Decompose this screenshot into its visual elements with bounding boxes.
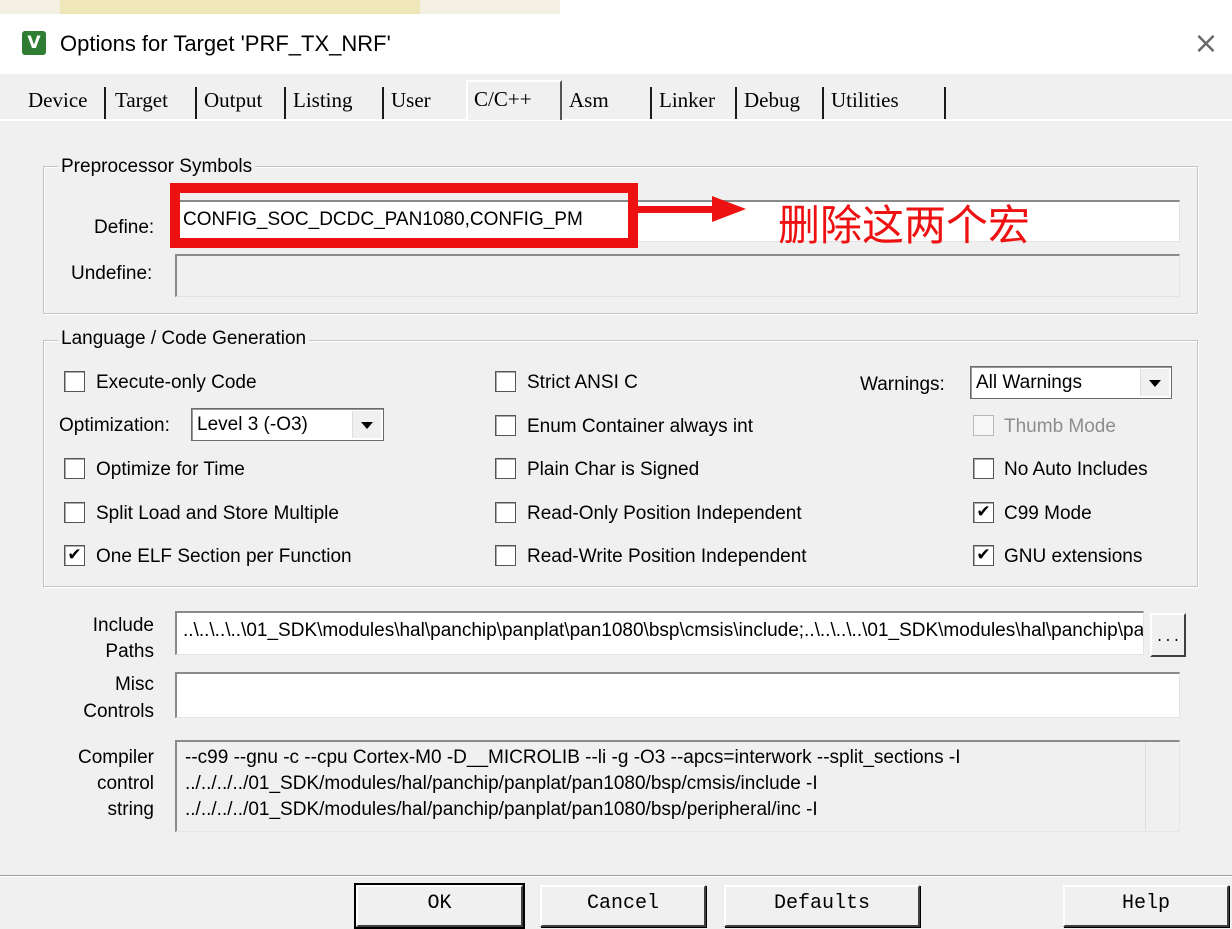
ro-pi-label: Read-Only Position Independent	[527, 503, 802, 524]
compiler-line: ../../../../01_SDK/modules/hal/panchip/p…	[185, 773, 818, 794]
arrow-line	[638, 206, 716, 213]
enum-int-label: Enum Container always int	[527, 416, 753, 437]
optimize-time-checkbox[interactable]	[64, 458, 85, 479]
tab-linker[interactable]: Linker	[653, 85, 721, 119]
compiler-control-string: --c99 --gnu -c --cpu Cortex-M0 -D__MICRO…	[175, 740, 1180, 832]
thumb-mode-label: Thumb Mode	[1004, 416, 1116, 437]
keil-app-icon: V	[22, 31, 46, 55]
cancel-button[interactable]: Cancel	[540, 885, 706, 927]
arrow-right-icon	[712, 196, 746, 222]
button-separator	[0, 875, 1232, 877]
defaults-button[interactable]: Defaults	[724, 885, 920, 927]
ok-button[interactable]: OK	[354, 883, 525, 929]
plain-char-label: Plain Char is Signed	[527, 459, 700, 480]
misc-controls-input[interactable]	[175, 672, 1180, 718]
misc-label-line1: Misc	[114, 674, 154, 695]
highlight-box	[170, 183, 638, 248]
one-elf-checkbox[interactable]: ✔	[64, 545, 85, 566]
warnings-label: Warnings:	[860, 374, 945, 395]
one-elf-label: One ELF Section per Function	[96, 546, 352, 567]
tab-strip-line	[0, 119, 1232, 121]
thumb-mode-checkbox	[973, 415, 994, 436]
undefine-input[interactable]	[175, 254, 1180, 297]
tab-divider	[382, 87, 384, 119]
gnu-ext-checkbox[interactable]: ✔	[973, 545, 994, 566]
plain-char-checkbox[interactable]	[495, 458, 516, 479]
split-load-label: Split Load and Store Multiple	[96, 503, 339, 524]
define-label: Define:	[94, 217, 155, 238]
c99-mode-label: C99 Mode	[1004, 503, 1092, 524]
include-paths-input[interactable]: ..\..\..\..\01_SDK\modules\hal\panchip\p…	[175, 611, 1144, 655]
rw-pi-checkbox[interactable]	[495, 545, 516, 566]
preprocessor-legend: Preprocessor Symbols	[58, 156, 256, 178]
tab-divider	[650, 87, 652, 119]
warnings-select[interactable]: All Warnings	[970, 366, 1172, 399]
c99-mode-checkbox[interactable]: ✔	[973, 502, 994, 523]
optimization-label: Optimization:	[59, 415, 170, 436]
gnu-ext-label: GNU extensions	[1004, 546, 1143, 567]
rw-pi-label: Read-Write Position Independent	[527, 546, 807, 567]
execute-only-checkbox[interactable]	[64, 371, 85, 392]
compiler-line: --c99 --gnu -c --cpu Cortex-M0 -D__MICRO…	[185, 747, 961, 768]
include-browse-button[interactable]: ...	[1150, 613, 1186, 657]
tab-divider	[822, 87, 824, 119]
no-auto-includes-label: No Auto Includes	[1004, 459, 1148, 480]
tab-utilities[interactable]: Utilities	[825, 85, 905, 119]
close-icon[interactable]: ×	[1186, 27, 1226, 61]
tab-divider	[104, 87, 106, 119]
tab-divider	[735, 87, 737, 119]
language-legend: Language / Code Generation	[58, 328, 310, 350]
tab-c-cpp[interactable]: C/C++	[466, 80, 562, 120]
include-label-line1: Include	[92, 615, 154, 636]
window-title: Options for Target 'PRF_TX_NRF'	[60, 31, 391, 56]
tab-listing[interactable]: Listing	[287, 85, 359, 119]
tab-divider	[284, 87, 286, 119]
enum-int-checkbox[interactable]	[495, 415, 516, 436]
strict-ansi-label: Strict ANSI C	[527, 372, 638, 393]
tab-device[interactable]: Device	[22, 85, 93, 119]
no-auto-includes-checkbox[interactable]	[973, 458, 994, 479]
include-label-line2: Paths	[105, 641, 154, 662]
tab-user[interactable]: User	[385, 85, 437, 119]
optimize-time-label: Optimize for Time	[96, 459, 245, 480]
help-button[interactable]: Help	[1063, 885, 1229, 927]
undefine-label: Undefine:	[71, 263, 153, 284]
background-strip	[0, 0, 1232, 14]
strict-ansi-checkbox[interactable]	[495, 371, 516, 392]
tab-divider	[195, 87, 197, 119]
chevron-down-icon[interactable]	[1140, 369, 1169, 396]
tab-debug[interactable]: Debug	[738, 85, 806, 119]
annotation-text: 删除这两个宏	[778, 201, 1031, 250]
compiler-label-line2: control	[96, 773, 154, 794]
misc-label-line2: Controls	[83, 701, 154, 722]
optimization-select[interactable]: Level 3 (-O3)	[191, 408, 384, 441]
compiler-label-line3: string	[107, 799, 154, 820]
tab-output[interactable]: Output	[198, 85, 268, 119]
tab-divider	[944, 87, 946, 119]
warnings-value: All Warnings	[976, 372, 1082, 393]
split-load-checkbox[interactable]	[64, 502, 85, 523]
chevron-down-icon[interactable]	[352, 411, 381, 438]
ro-pi-checkbox[interactable]	[495, 502, 516, 523]
execute-only-label: Execute-only Code	[96, 372, 257, 393]
compiler-label-line1: Compiler	[77, 747, 154, 768]
tab-target[interactable]: Target	[109, 85, 174, 119]
tab-asm[interactable]: Asm	[563, 85, 615, 119]
scrollbar-track[interactable]	[1145, 742, 1146, 830]
optimization-value: Level 3 (-O3)	[197, 414, 308, 435]
compiler-line: ../../../../01_SDK/modules/hal/panchip/p…	[185, 799, 818, 820]
